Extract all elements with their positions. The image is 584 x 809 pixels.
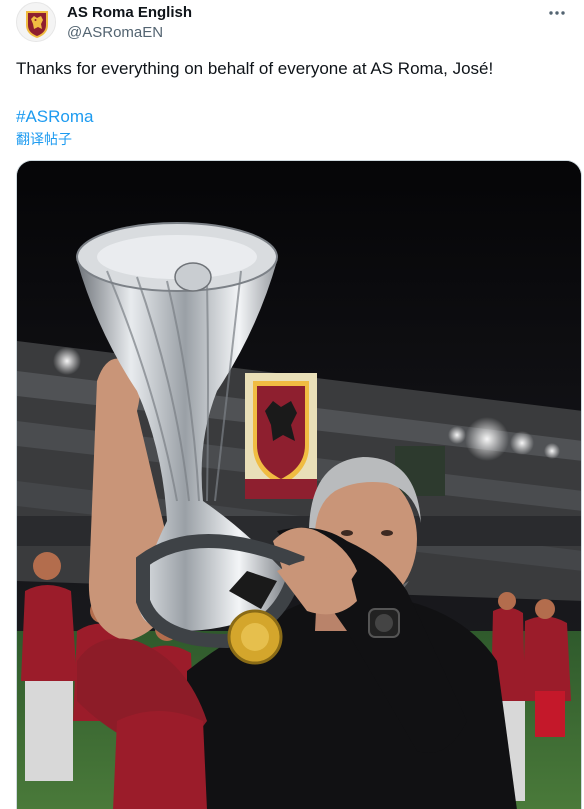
more-options-button[interactable] <box>546 2 568 24</box>
tweet-photo[interactable] <box>16 160 582 809</box>
tweet-header: AS Roma English @ASRomaEN <box>16 2 568 44</box>
tweet-card: AS Roma English @ASRomaEN Thanks for eve… <box>0 0 584 809</box>
author-display-name[interactable]: AS Roma English <box>67 3 192 23</box>
tweet-text: Thanks for everything on behalf of every… <box>16 59 494 78</box>
more-options-icon <box>549 11 565 15</box>
as-roma-crest-icon <box>18 4 55 41</box>
trophy-celebration-photo <box>17 161 581 809</box>
translate-post-link[interactable]: 翻译帖子 <box>16 130 72 148</box>
author-handle[interactable]: @ASRomaEN <box>67 23 192 43</box>
author-avatar[interactable] <box>16 2 56 42</box>
author-name-block: AS Roma English @ASRomaEN <box>67 3 192 43</box>
hashtag-link[interactable]: #ASRoma <box>16 106 93 128</box>
